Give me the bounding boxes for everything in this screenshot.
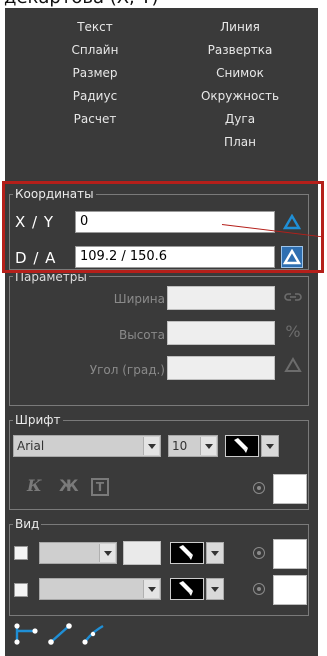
view-frame xyxy=(9,524,309,616)
chevron-down-icon xyxy=(99,544,115,562)
highlight-box xyxy=(2,181,324,273)
view-row1-color-dropdown[interactable] xyxy=(206,542,224,564)
font-color-swatch[interactable] xyxy=(225,435,259,457)
delta-muted-icon[interactable] xyxy=(283,357,303,377)
pencil-icon xyxy=(179,545,193,560)
view-row1-transparency-radio[interactable] xyxy=(253,547,265,559)
width-input[interactable] xyxy=(167,286,275,310)
tool-panel: Текст Линия Сплайн Развертка Размер Сним… xyxy=(5,8,318,656)
chevron-down-icon xyxy=(143,580,159,598)
font-title: Шрифт xyxy=(13,413,63,427)
pencil-icon xyxy=(234,438,248,453)
cmd-line[interactable]: Линия xyxy=(200,20,280,34)
percent-icon[interactable]: % xyxy=(283,322,303,342)
width-label: Ширина xyxy=(113,292,165,306)
pencil-icon xyxy=(179,581,193,596)
angle-label: Угол (град.) xyxy=(89,363,165,377)
view-row1-checkbox[interactable] xyxy=(14,546,28,560)
height-label: Высота xyxy=(119,328,165,342)
cmd-radius[interactable]: Радиус xyxy=(55,89,135,103)
cmd-circle[interactable]: Окружность xyxy=(190,89,290,103)
font-frame xyxy=(9,420,309,510)
polyline-tool-icon[interactable] xyxy=(13,623,39,645)
cmd-unfold[interactable]: Развертка xyxy=(195,43,285,57)
view-row1-linetype-select[interactable] xyxy=(39,542,117,564)
view-row2-color-swatch[interactable] xyxy=(170,578,204,600)
font-family-value: Arial xyxy=(17,439,45,453)
font-size-select[interactable]: 10 xyxy=(168,435,218,457)
height-input[interactable] xyxy=(167,321,275,345)
font-transparency-radio[interactable] xyxy=(253,482,265,494)
top-caption: декартова (X, Y) xyxy=(0,0,327,8)
cmd-arc[interactable]: Дуга xyxy=(200,112,280,126)
bold-button[interactable]: Ж xyxy=(59,476,79,495)
chevron-down-icon xyxy=(200,437,216,455)
segment-tool-icon[interactable] xyxy=(47,623,73,645)
font-size-value: 10 xyxy=(172,439,188,453)
link-icon[interactable] xyxy=(283,288,303,308)
view-row1-transparency-box[interactable] xyxy=(273,539,307,569)
text-frame-button[interactable]: T xyxy=(91,478,109,496)
italic-button[interactable]: К xyxy=(27,476,42,495)
cmd-spline[interactable]: Сплайн xyxy=(55,43,135,57)
chevron-down-icon xyxy=(143,437,159,455)
cmd-snapshot[interactable]: Снимок xyxy=(200,66,280,80)
font-family-select[interactable]: Arial xyxy=(13,435,161,457)
view-row1-width-input[interactable] xyxy=(123,541,161,565)
cmd-dimension[interactable]: Размер xyxy=(55,66,135,80)
angle-input[interactable] xyxy=(167,356,275,380)
font-transparency-box[interactable] xyxy=(273,474,307,504)
view-row2-transparency-box[interactable] xyxy=(273,575,307,605)
view-title: Вид xyxy=(13,517,42,531)
view-row1-color-swatch[interactable] xyxy=(170,542,204,564)
cmd-calc[interactable]: Расчет xyxy=(55,112,135,126)
cmd-text[interactable]: Текст xyxy=(55,20,135,34)
view-row2-checkbox[interactable] xyxy=(14,583,28,597)
view-row2-color-dropdown[interactable] xyxy=(206,578,224,600)
view-row2-linetype-select[interactable] xyxy=(39,578,161,600)
cmd-plan[interactable]: План xyxy=(200,135,280,149)
curve-tool-icon[interactable] xyxy=(81,623,107,645)
view-row2-transparency-radio[interactable] xyxy=(253,583,265,595)
font-color-dropdown[interactable] xyxy=(261,435,279,457)
